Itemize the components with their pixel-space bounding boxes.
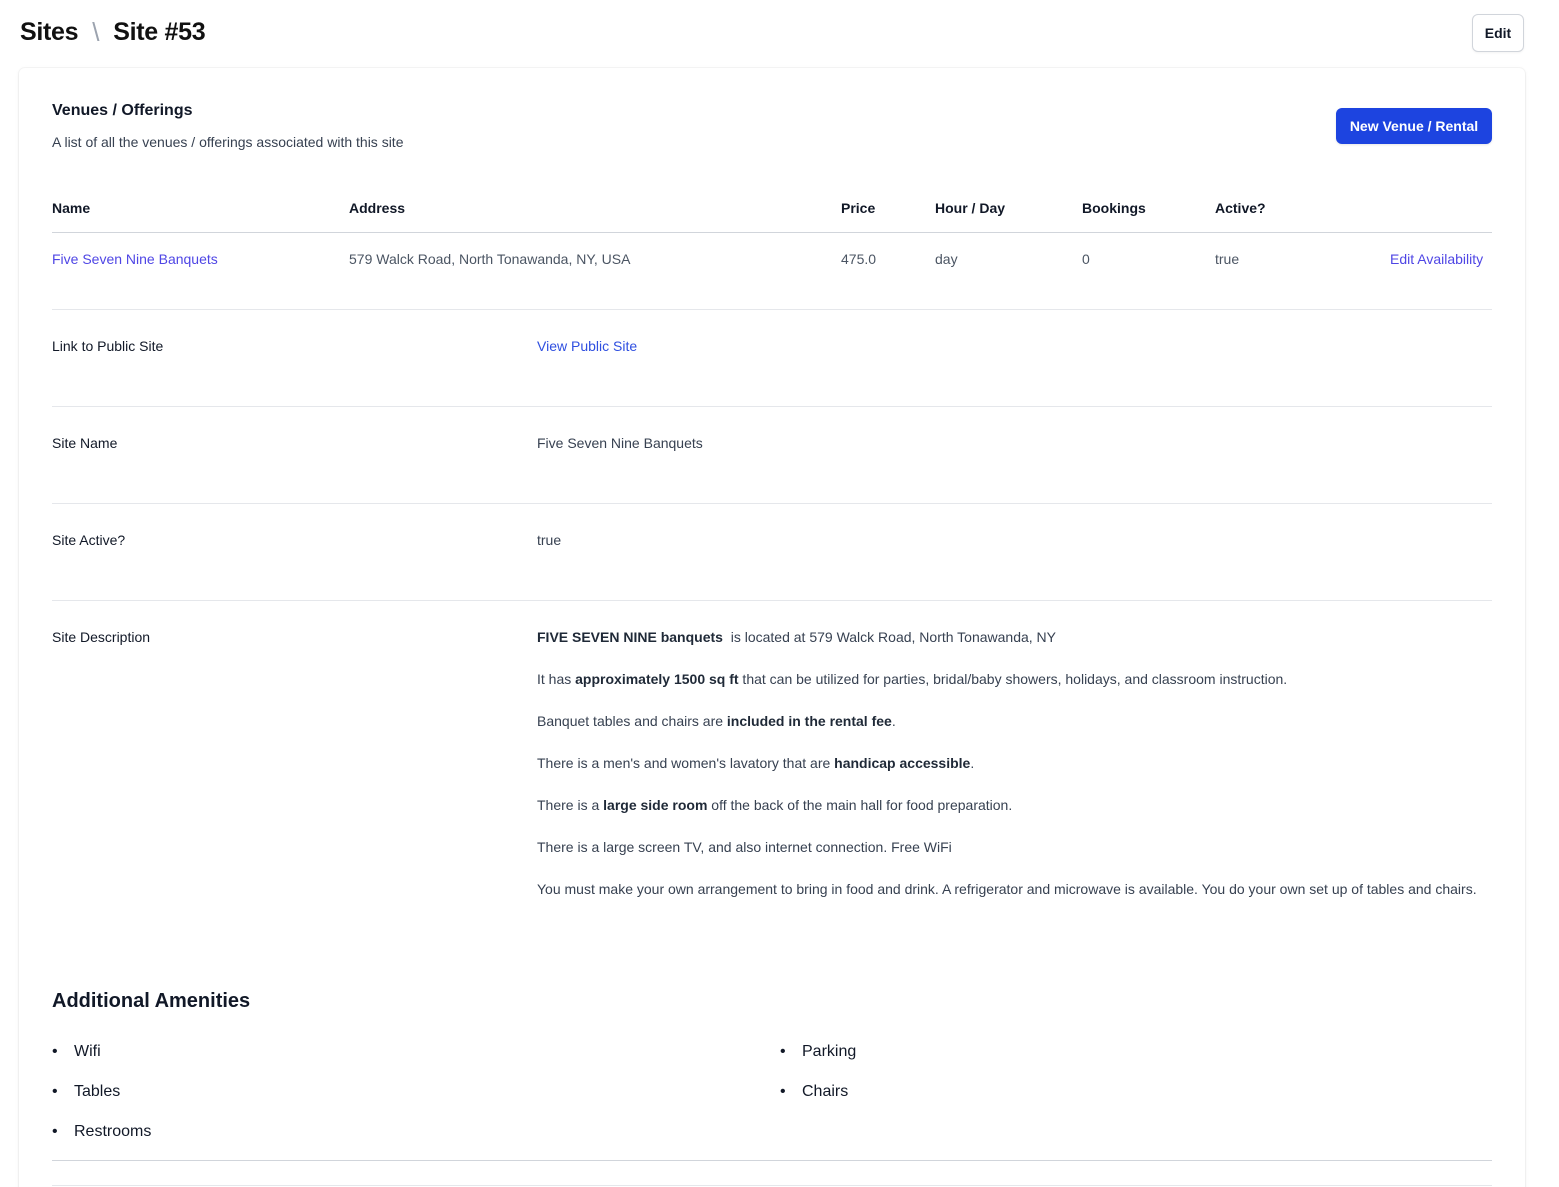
bullet: • — [780, 1083, 786, 1100]
list-item: • Chairs — [780, 1083, 849, 1100]
venues-section-title: Venues / Offerings — [52, 102, 193, 119]
divider — [52, 309, 1492, 310]
site-description-text: FIVE SEVEN NINE banquets is located at 5… — [537, 627, 1482, 921]
edit-availability-link[interactable]: Edit Availability — [1390, 251, 1483, 267]
venue-price: 475.0 — [841, 251, 877, 267]
bullet: • — [780, 1043, 786, 1060]
breadcrumb-sites-link[interactable]: Sites — [20, 18, 79, 47]
description-paragraph: It has approximately 1500 sq ft that can… — [537, 671, 1288, 687]
list-item: • Wifi — [52, 1043, 101, 1060]
new-venue-button[interactable]: New Venue / Rental — [1336, 108, 1492, 144]
breadcrumb: Sites \ Site #53 — [20, 17, 206, 48]
venue-hour-day: day — [935, 251, 958, 267]
column-header-bookings: Bookings — [1082, 200, 1146, 216]
bullet: • — [52, 1083, 58, 1100]
view-public-site-link[interactable]: View Public Site — [537, 338, 637, 354]
venues-section-subtitle: A list of all the venues / offerings ass… — [52, 134, 404, 150]
site-name-label: Site Name — [52, 435, 118, 451]
column-header-address: Address — [349, 200, 406, 216]
site-active-value: true — [537, 532, 562, 548]
site-name-value: Five Seven Nine Banquets — [537, 435, 703, 451]
list-item: • Restrooms — [52, 1123, 152, 1140]
column-header-price: Price — [841, 200, 876, 216]
venue-active: true — [1215, 251, 1240, 267]
breadcrumb-separator: \ — [92, 17, 100, 47]
site-details-card: Venues / Offerings A list of all the ven… — [19, 68, 1525, 1187]
bullet: • — [52, 1123, 58, 1140]
description-paragraph: FIVE SEVEN NINE banquets is located at 5… — [537, 629, 1057, 645]
list-item: • Parking — [780, 1043, 857, 1060]
public-link-label: Link to Public Site — [52, 338, 164, 354]
venue-bookings: 0 — [1082, 251, 1090, 267]
divider — [52, 1160, 1492, 1161]
description-paragraph: There is a large side room off the back … — [537, 797, 1013, 813]
description-paragraph: Banquet tables and chairs are included i… — [537, 713, 896, 729]
divider — [52, 600, 1492, 601]
amenities-title: Additional Amenities — [52, 990, 251, 1012]
description-paragraph: There is a large screen TV, and also int… — [537, 839, 952, 855]
column-header-active: Active? — [1215, 200, 1266, 216]
list-item: • Tables — [52, 1083, 121, 1100]
divider — [52, 406, 1492, 407]
column-header-hour-day: Hour / Day — [935, 200, 1006, 216]
bullet: • — [52, 1043, 58, 1060]
site-active-label: Site Active? — [52, 532, 126, 548]
breadcrumb-current: Site #53 — [113, 18, 206, 46]
page-header: Sites \ Site #53 Edit — [0, 0, 1559, 66]
table-header-divider — [52, 232, 1492, 233]
venue-name-link[interactable]: Five Seven Nine Banquets — [52, 251, 218, 267]
edit-site-button[interactable]: Edit — [1472, 14, 1524, 52]
site-description-label: Site Description — [52, 629, 151, 645]
description-paragraph: You must make your own arrangement to br… — [537, 881, 1477, 897]
venue-address: 579 Walck Road, North Tonawanda, NY, USA — [349, 251, 631, 267]
divider — [52, 503, 1492, 504]
divider — [52, 1185, 1492, 1186]
column-header-name: Name — [52, 200, 91, 216]
description-paragraph: There is a men's and women's lavatory th… — [537, 755, 975, 771]
